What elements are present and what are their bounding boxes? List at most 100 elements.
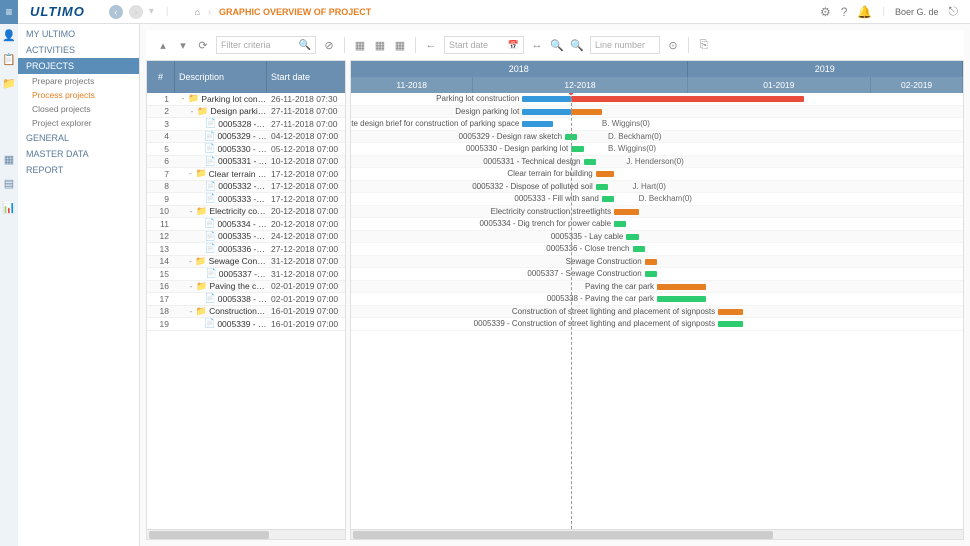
gantt-bar[interactable] [571,96,804,102]
date-input[interactable]: Start date 📅 [444,36,524,54]
report-icon[interactable]: 📊 [2,200,16,214]
table-row[interactable]: 13 📄 0005336 - Clo... 27-12-2018 07:00 [147,243,345,256]
projects-icon[interactable]: 📁 [2,76,16,90]
gantt-bar[interactable] [584,159,596,165]
gantt-row[interactable]: Clear terrain for building [351,168,963,181]
table-row[interactable]: 7 - 📁 Clear terrain for bu... 17-12-2018… [147,168,345,181]
table-row[interactable]: 14 - 📁 Sewage Constructi... 31-12-2018 0… [147,256,345,269]
clear-filter-icon[interactable]: ⊘ [322,39,336,52]
gantt-row[interactable]: 0005337 - Sewage Construction [351,268,963,281]
table-row[interactable]: 11 📄 0005334 - Dig ... 20-12-2018 07:00 [147,218,345,231]
zoom-in-icon[interactable]: 🔍 [550,39,564,52]
sidebar-item[interactable]: MY ULTIMO [18,26,139,42]
table-row[interactable]: 9 📄 0005333 - Fill ... 17-12-2018 07:00 [147,193,345,206]
goto-icon[interactable]: ⊙ [666,39,680,52]
gantt-bar[interactable] [645,271,657,277]
gantt-bar[interactable] [633,246,645,252]
table-row[interactable]: 1 - 📁 Parking lot constructi... 26-11-20… [147,93,345,106]
refresh-icon[interactable]: ⟳ [196,39,210,52]
gantt-row[interactable]: 0005331 - Technical designJ. Henderson(0… [351,156,963,169]
col-startdate[interactable]: Start date [267,61,345,93]
grid-scrollbar[interactable] [147,529,345,539]
sidebar-subitem[interactable]: Process projects [18,88,139,102]
back-button[interactable]: ‹ [109,5,123,19]
gantt-row[interactable]: 0005333 - Fill with sandD. Beckham(0) [351,193,963,206]
filter-input[interactable]: Filter criteria 🔍 [216,36,316,54]
forward-button[interactable]: › [129,5,143,19]
gantt-row[interactable]: 0005336 - Close trench [351,243,963,256]
gantt-bar[interactable] [571,109,602,115]
gantt-bar[interactable] [657,284,706,290]
cal3-icon[interactable]: ▦ [393,39,407,52]
gantt-row[interactable]: Electricity construction streetlights [351,206,963,219]
user-icon[interactable]: 👤 [2,28,16,42]
gantt-bar[interactable] [522,109,571,115]
col-description[interactable]: Description [175,61,267,93]
gantt-bar[interactable] [614,221,626,227]
table-row[interactable]: 16 - 📁 Paving the car park 02-01-2019 07… [147,281,345,294]
table-row[interactable]: 15 📄 0005337 - Se... 31-12-2018 07:00 [147,268,345,281]
help-icon[interactable]: ? [841,5,848,19]
home-icon[interactable]: ⌂ [195,7,200,17]
gantt-row[interactable]: Parking lot construction [351,93,963,106]
gantt-row[interactable]: 0005339 - Construction of street lightin… [351,318,963,331]
table-row[interactable]: 3 📄 0005328 - For... 27-11-2018 07:00 [147,118,345,131]
table-row[interactable]: 17 📄 0005338 - Pav... 02-01-2019 07:00 [147,293,345,306]
data-icon[interactable]: ▤ [4,176,14,190]
gantt-bar[interactable] [571,146,583,152]
cal2-icon[interactable]: ▦ [373,39,387,52]
gantt-bar[interactable] [718,309,742,315]
gantt-row[interactable]: 0005338 - Paving the car park [351,293,963,306]
sidebar-subitem[interactable]: Prepare projects [18,74,139,88]
table-row[interactable]: 4 📄 0005329 - Des... 04-12-2018 07:00 [147,131,345,144]
prev-icon[interactable]: ← [424,39,438,51]
sidebar-item[interactable]: MASTER DATA [18,146,139,162]
table-row[interactable]: 5 📄 0005330 - Des... 05-12-2018 07:00 [147,143,345,156]
gantt-row[interactable]: Sewage Construction [351,256,963,269]
gantt-row[interactable]: Design parking lot [351,106,963,119]
gantt-scrollbar[interactable] [351,529,963,539]
gantt-row[interactable]: Construction of street lighting and plac… [351,306,963,319]
gantt-row[interactable]: 0005330 - Design parking lotB. Wiggins(0… [351,143,963,156]
sidebar-item[interactable]: PROJECTS [18,58,139,74]
gantt-bar[interactable] [596,171,614,177]
bell-icon[interactable]: 🔔 [857,5,872,19]
up-icon[interactable]: ▴ [156,39,170,52]
zoom-out-icon[interactable]: 🔍 [570,39,584,52]
down-icon[interactable]: ▾ [176,39,190,52]
user-name[interactable]: Boer G. de [895,7,939,17]
gantt-bar[interactable] [522,121,553,127]
table-row[interactable]: 8 📄 0005332 - Dis... 17-12-2018 07:00 [147,181,345,194]
gantt-bar[interactable] [522,96,571,102]
copy-icon[interactable]: ⎘ [697,39,711,52]
table-row[interactable]: 6 📄 0005331 - Tec... 10-12-2018 07:00 [147,156,345,169]
sidebar-subitem[interactable]: Closed projects [18,102,139,116]
sidebar-item[interactable]: GENERAL [18,130,139,146]
hamburger-menu[interactable]: ≡ [0,0,18,24]
gantt-bar[interactable] [614,209,638,215]
gantt-bar[interactable] [626,234,638,240]
gantt-row[interactable]: 0005334 - Dig trench for power cable [351,218,963,231]
sidebar-item[interactable]: REPORT [18,162,139,178]
sidebar-item[interactable]: ACTIVITIES [18,42,139,58]
gantt-row[interactable]: 0005329 - Design raw sketchD. Beckham(0) [351,131,963,144]
gantt-bar[interactable] [718,321,742,327]
gear-icon[interactable]: ⚙ [820,5,831,19]
gantt-row[interactable]: Paving the car park [351,281,963,294]
table-row[interactable]: 12 📄 0005335 - Lay... 24-12-2018 07:00 [147,231,345,244]
gantt-row[interactable]: nulate design brief for construction of … [351,118,963,131]
clipboard-icon[interactable]: 📋 [2,52,16,66]
gantt-row[interactable]: 0005335 - Lay cable [351,231,963,244]
next-icon[interactable]: ↔ [530,39,544,51]
sidebar-subitem[interactable]: Project explorer [18,116,139,130]
table-row[interactable]: 19 📄 0005339 - Con... 16-01-2019 07:00 [147,318,345,331]
line-input[interactable]: Line number [590,36,660,54]
grid-icon[interactable]: ▦ [4,152,14,166]
gantt-bar[interactable] [602,196,614,202]
gantt-bar[interactable] [645,259,657,265]
table-row[interactable]: 10 - 📁 Electricity constru... 20-12-2018… [147,206,345,219]
gantt-bar[interactable] [596,184,608,190]
gantt-bar[interactable] [657,296,706,302]
logout-icon[interactable]: ⎋ [949,4,959,19]
cal1-icon[interactable]: ▦ [353,39,367,52]
